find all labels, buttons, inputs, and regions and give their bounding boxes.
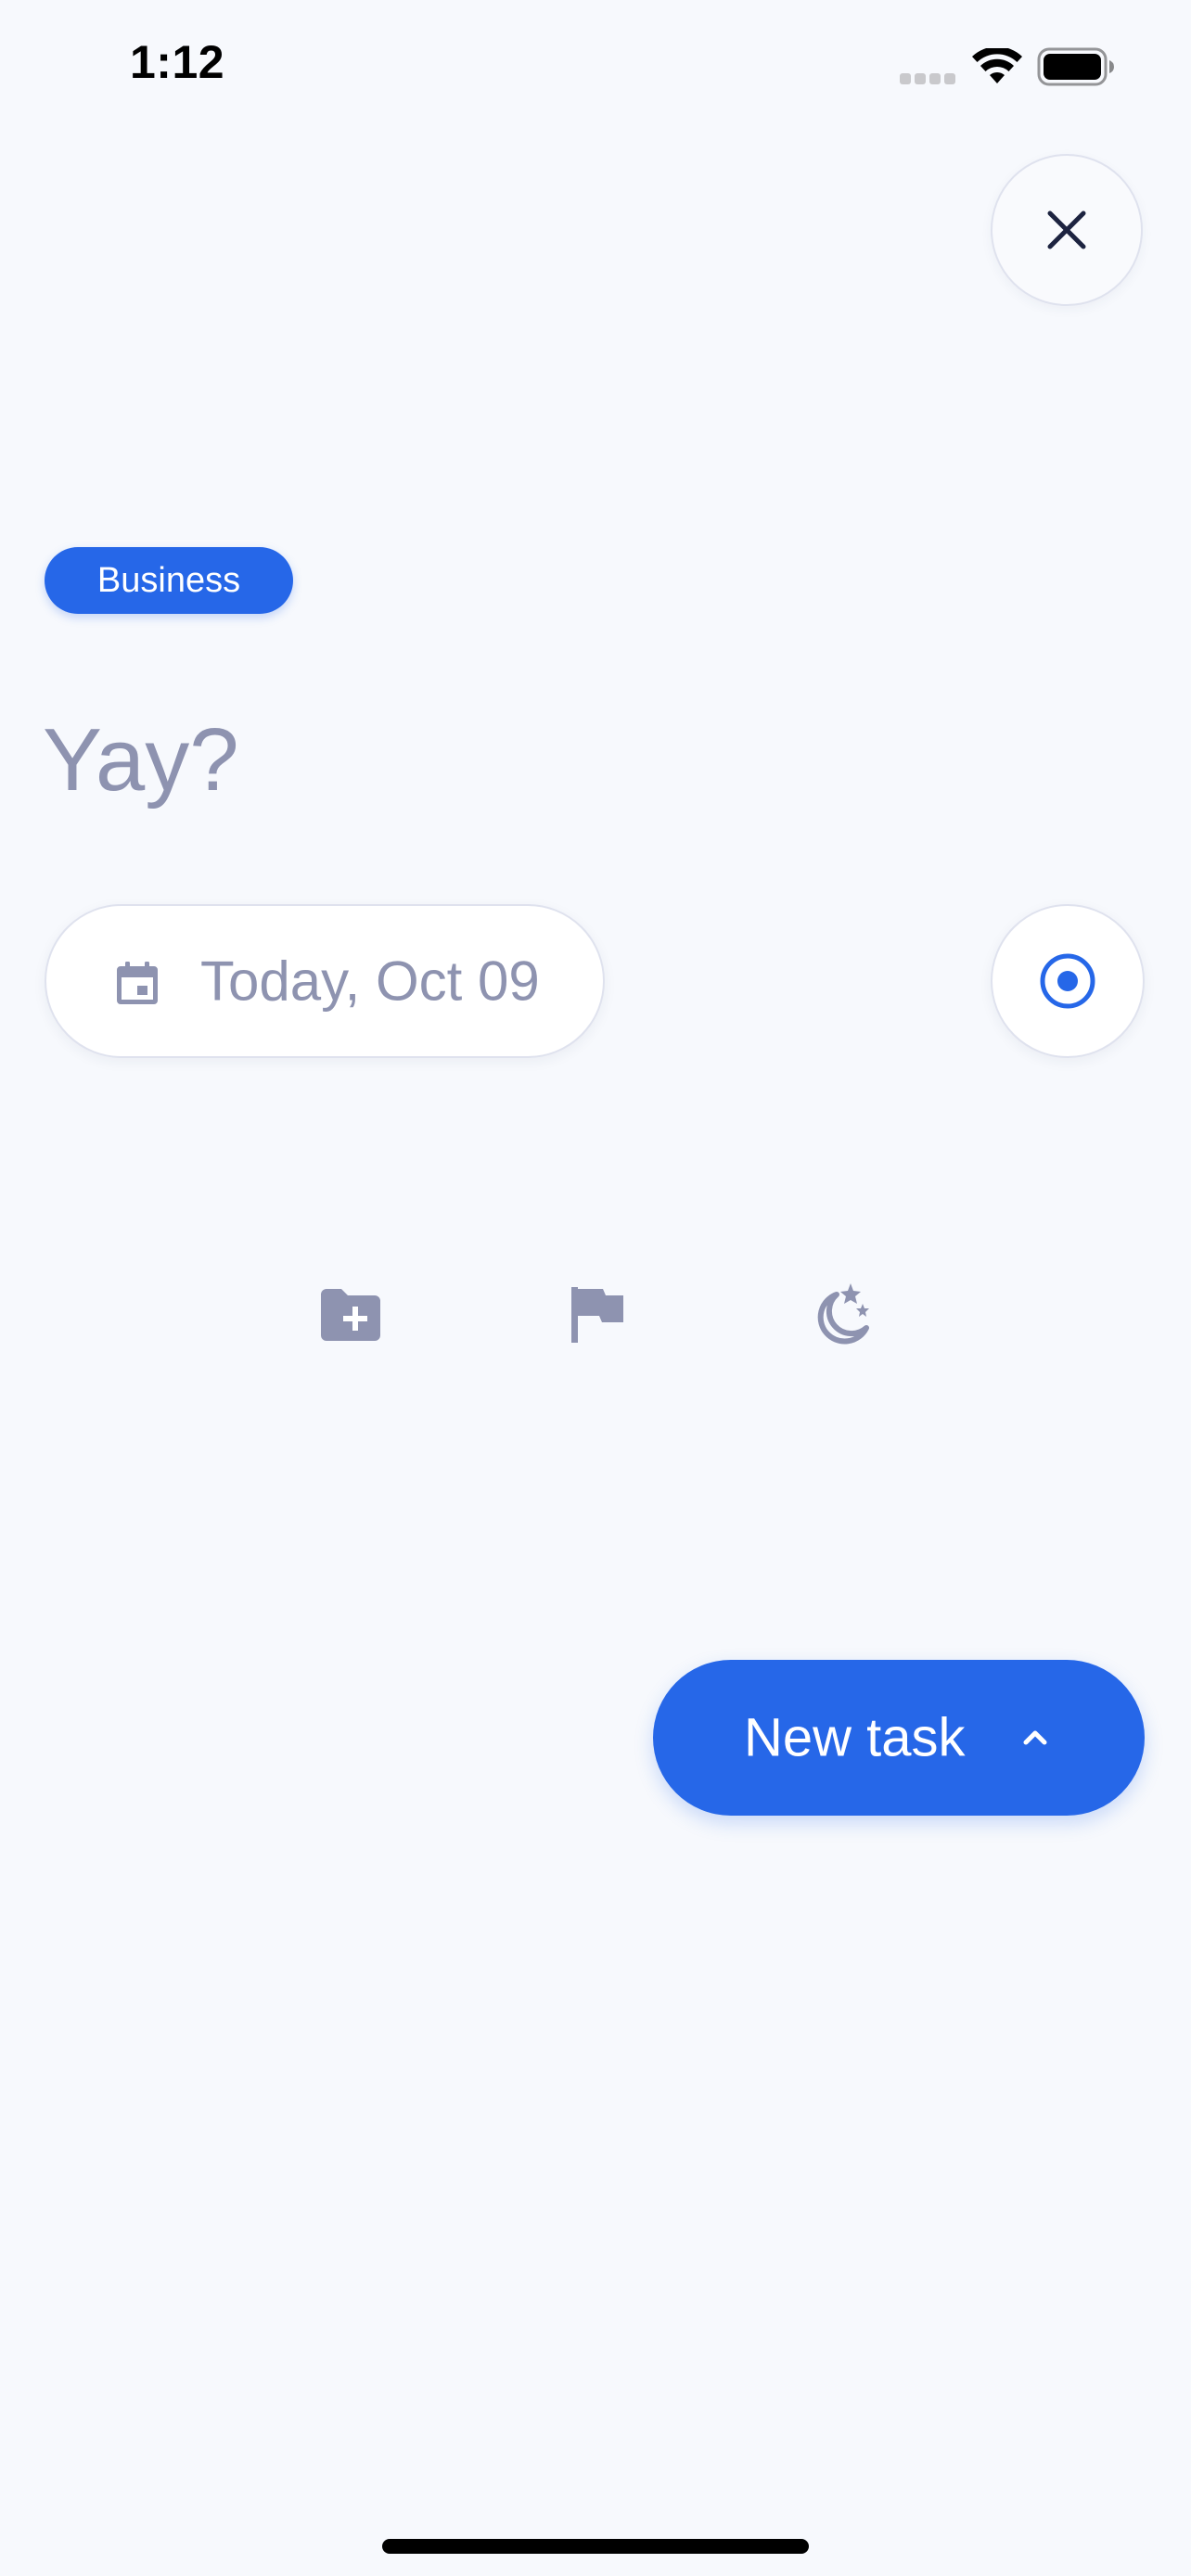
wifi-icon	[972, 48, 1022, 83]
home-indicator[interactable]	[382, 2539, 809, 2554]
radio-target-icon	[1040, 953, 1095, 1009]
close-button[interactable]	[991, 154, 1143, 306]
moon-stars-icon[interactable]	[811, 1283, 870, 1345]
folder-add-icon[interactable]	[321, 1289, 380, 1341]
flag-icon[interactable]	[571, 1287, 623, 1343]
new-task-label: New task	[744, 1707, 966, 1768]
date-label: Today, Oct 09	[200, 950, 540, 1013]
cellular-signal-icon	[900, 73, 957, 84]
category-chip[interactable]: Business	[45, 547, 293, 614]
new-task-button[interactable]: New task	[653, 1660, 1145, 1816]
date-picker-button[interactable]: Today, Oct 09	[45, 904, 605, 1058]
reminder-toggle-button[interactable]	[991, 904, 1145, 1058]
close-icon	[1047, 210, 1086, 249]
calendar-icon	[117, 962, 158, 1004]
battery-icon	[1037, 47, 1114, 86]
status-time: 1:12	[130, 36, 225, 88]
chevron-up-icon	[1023, 1730, 1047, 1745]
task-title-input[interactable]	[43, 705, 1146, 816]
